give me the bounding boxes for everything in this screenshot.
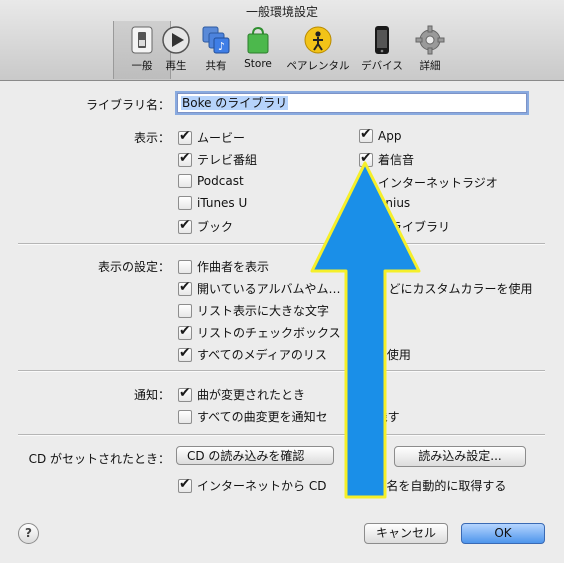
checkbox-label: 作曲者を表示 bbox=[197, 260, 270, 274]
checkbox-box[interactable] bbox=[178, 385, 192, 402]
checkbox-box[interactable] bbox=[178, 217, 192, 234]
cancel-button[interactable]: キャンセル bbox=[364, 523, 448, 544]
tab-parental[interactable]: ペアレンタル bbox=[280, 24, 356, 76]
checkbox-box[interactable] bbox=[178, 196, 192, 210]
checkbox-label: 曲が変更されたとき bbox=[197, 388, 306, 402]
library-name-value[interactable]: Boke のライブラリ bbox=[181, 96, 289, 110]
tab-advanced[interactable]: 詳細 bbox=[402, 24, 458, 76]
library-name-field[interactable]: Boke のライブラリ bbox=[177, 93, 527, 113]
checkbox-box[interactable] bbox=[178, 476, 192, 493]
checkbox-label: リストのチェックボックス bbox=[197, 326, 341, 340]
tab-store-label: Store bbox=[244, 58, 272, 70]
checkbox-label: enius bbox=[378, 196, 411, 210]
checkbox-box[interactable] bbox=[359, 126, 373, 143]
checkbox-box[interactable] bbox=[178, 303, 192, 318]
divider bbox=[18, 243, 545, 245]
show-composer-checkbox[interactable]: 作曲者を表示 bbox=[178, 258, 269, 275]
movies-checkbox[interactable]: ムービー bbox=[178, 128, 246, 146]
checkbox-label: インターネットから CD ク名を自動的に取得する bbox=[197, 479, 507, 493]
checkbox-box[interactable] bbox=[178, 345, 192, 362]
divider bbox=[18, 370, 545, 372]
large-text-checkbox[interactable]: リスト表示に大きな文字 bbox=[178, 302, 329, 319]
checkbox-box[interactable] bbox=[178, 323, 192, 340]
checkbox-box[interactable] bbox=[178, 259, 192, 274]
checkbox-label: すべての曲変更を通知セ 残す bbox=[197, 410, 400, 424]
itunes-u-checkbox[interactable]: iTunes U bbox=[178, 196, 247, 210]
store-bag-icon bbox=[247, 26, 269, 54]
list-checkboxes-checkbox[interactable]: リストのチェックボックス bbox=[178, 323, 341, 341]
cd-inserted-label: CD がセットされたとき： bbox=[28, 452, 170, 466]
genius-checkbox[interactable]: enius bbox=[359, 196, 410, 210]
import-settings-button[interactable]: 読み込み設定... bbox=[394, 446, 526, 467]
checkbox-box[interactable] bbox=[359, 150, 373, 167]
tv-shows-checkbox[interactable]: テレビ番組 bbox=[178, 150, 258, 168]
checkbox-label: App bbox=[378, 129, 402, 143]
podcast-checkbox[interactable]: Podcast bbox=[178, 174, 244, 188]
device-icon bbox=[375, 26, 389, 54]
checkbox-box[interactable] bbox=[178, 174, 192, 188]
apps-checkbox[interactable]: App bbox=[359, 126, 402, 143]
svg-text:♪: ♪ bbox=[218, 40, 225, 53]
shared-library-checkbox[interactable]: 有ライブラリ bbox=[359, 218, 450, 235]
checkbox-label: iTunes U bbox=[197, 196, 248, 210]
window-title: 一般環境設定 bbox=[245, 5, 318, 19]
checkbox-label: 有ライブラリ bbox=[378, 220, 451, 234]
window-toolbar: 一般環境設定 一般 再生 ♪ 共有 Store ペアレンタル デバイス 詳細 bbox=[0, 0, 564, 81]
custom-colors-checkbox[interactable]: 開いているアルバムやム… どにカスタムカラーを使用 bbox=[178, 279, 533, 297]
checkbox-box[interactable] bbox=[359, 175, 373, 190]
media-list-checkbox[interactable]: すべてのメディアのリス 使用 bbox=[178, 345, 411, 363]
checkbox-label: ブック bbox=[197, 220, 234, 234]
checkbox-label: 開いているアルバムやム… どにカスタムカラーを使用 bbox=[197, 282, 533, 296]
books-checkbox[interactable]: ブック bbox=[178, 217, 234, 235]
checkbox-box[interactable] bbox=[178, 150, 192, 167]
sharing-icon: ♪ bbox=[202, 26, 230, 54]
ok-button[interactable]: OK bbox=[461, 523, 545, 544]
tab-store[interactable]: Store bbox=[230, 24, 286, 76]
checkbox-box[interactable] bbox=[359, 196, 373, 210]
cd-action-popup[interactable]: CD の読み込みを確認 bbox=[176, 446, 334, 465]
help-button[interactable]: ? bbox=[18, 523, 39, 544]
all-changes-checkbox[interactable]: すべての曲変更を通知セ 残す bbox=[178, 408, 400, 425]
checkbox-label: すべてのメディアのリス 使用 bbox=[197, 348, 411, 362]
library-name-label: ライブラリ名： bbox=[85, 98, 170, 112]
checkbox-label: Podcast bbox=[197, 174, 244, 188]
tab-parental-label: ペアレンタル bbox=[286, 60, 350, 72]
checkbox-box[interactable] bbox=[178, 409, 192, 424]
checkbox-label: リスト表示に大きな文字 bbox=[197, 304, 330, 318]
checkbox-label: インターネットラジオ bbox=[378, 176, 498, 190]
notifications-label: 通知： bbox=[133, 388, 170, 402]
checkbox-label: テレビ番組 bbox=[197, 153, 258, 167]
song-change-checkbox[interactable]: 曲が変更されたとき bbox=[178, 385, 306, 403]
display-settings-label: 表示の設定： bbox=[97, 260, 170, 274]
checkbox-box[interactable] bbox=[178, 128, 192, 145]
internet-radio-checkbox[interactable]: インターネットラジオ bbox=[359, 174, 498, 191]
auto-fetch-names-checkbox[interactable]: インターネットから CD ク名を自動的に取得する bbox=[178, 476, 507, 494]
ringtones-checkbox[interactable]: 着信音 bbox=[359, 150, 415, 168]
checkbox-box[interactable] bbox=[178, 279, 192, 296]
checkbox-box[interactable] bbox=[359, 219, 373, 234]
gear-icon bbox=[415, 25, 445, 55]
checkbox-label: 着信音 bbox=[378, 153, 415, 167]
checkbox-label: ムービー bbox=[197, 131, 246, 145]
parental-icon bbox=[304, 26, 332, 54]
cd-action-value: CD の読み込みを確認 bbox=[187, 449, 305, 463]
divider bbox=[18, 434, 545, 436]
tab-advanced-label: 詳細 bbox=[419, 60, 441, 72]
display-label: 表示： bbox=[133, 131, 170, 145]
